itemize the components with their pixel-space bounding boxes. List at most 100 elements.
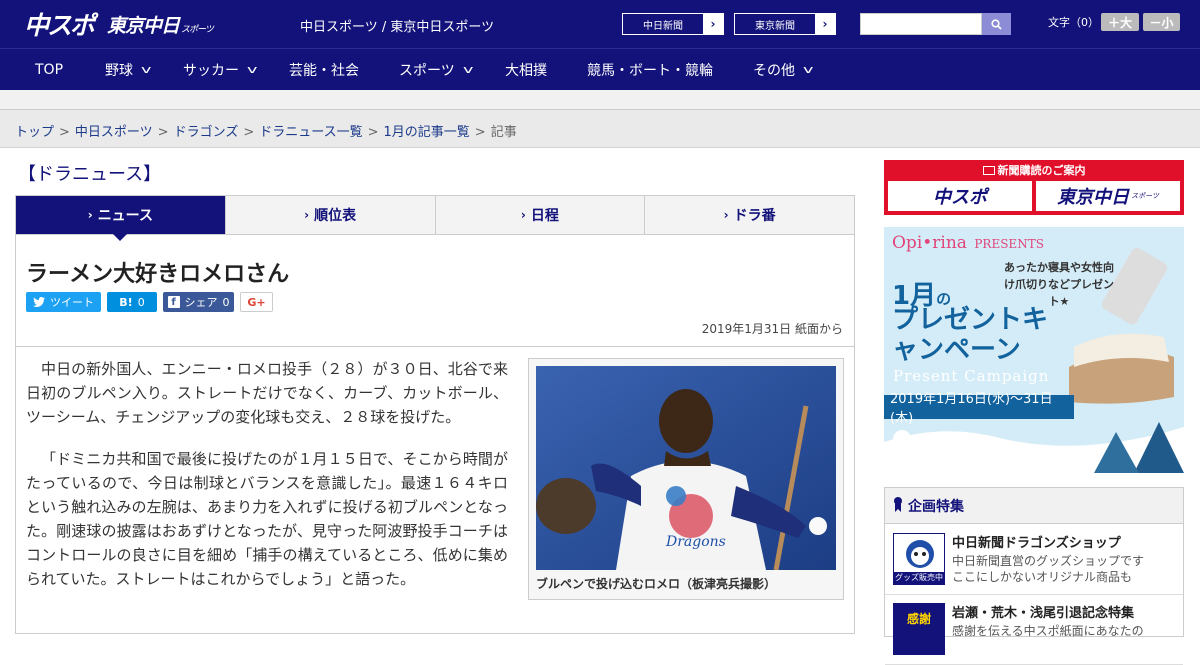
nav-item-sumo[interactable]: 大相撲: [505, 49, 547, 90]
hatena-icon: B!: [119, 295, 133, 309]
nav-label: スポーツ: [399, 62, 455, 79]
tab-schedule[interactable]: › 日程: [435, 196, 646, 234]
nav-item-baseball[interactable]: 野球 v: [105, 49, 151, 90]
nav-label: 大相撲: [505, 62, 547, 79]
breadcrumb-separator: >: [157, 125, 169, 140]
chevron-right-icon: ›: [520, 208, 526, 222]
nav-label: サッカー: [183, 62, 239, 79]
subscribe-chuspo-button[interactable]: 中スポ: [888, 181, 1032, 211]
hatena-bookmark-button[interactable]: B! 0: [107, 292, 157, 312]
feature-heading-text: 企画特集: [908, 498, 964, 515]
nav-label: 競馬・ボート・競輪: [587, 62, 713, 79]
nav-item-other[interactable]: その他 v: [753, 49, 813, 90]
feature-section: 企画特集 グッズ販売中 中日新聞ドラゴンズショップ 中日新聞直営のグッズショップ…: [884, 487, 1184, 665]
font-size-label: 文字（0）: [1048, 16, 1099, 29]
search-input[interactable]: [860, 13, 982, 35]
nav-label: その他: [753, 62, 795, 79]
google-plus-button[interactable]: G+: [240, 292, 273, 312]
feature-desc-line: 中日新聞直営のグッズショップです: [952, 554, 1145, 568]
article-date: 2019年1月31日 紙面から: [701, 322, 843, 336]
tab-label: ドラ番: [733, 208, 776, 224]
breadcrumb: トップ > 中日スポーツ > ドラゴンズ > ドラニュース一覧 >1月の記事一覧 > 記事: [15, 121, 517, 140]
chevron-right-icon: ›: [723, 208, 729, 222]
chevron-right-icon: ›: [304, 208, 310, 222]
font-bigger-button[interactable]: ＋大: [1101, 13, 1139, 31]
subscription-banner: 新聞購読のご案内 中スポ 東京中日 スポーツ: [884, 160, 1184, 215]
nav-item-soccer[interactable]: サッカー v: [183, 49, 257, 90]
category-tabs: › ニュース › 順位表 › 日程 › ドラ番: [15, 195, 855, 241]
tab-standings[interactable]: › 順位表: [225, 196, 436, 234]
feature-item-title: 中日新聞ドラゴンズショップ: [952, 536, 1121, 551]
tab-label: 日程: [530, 208, 559, 224]
font-smaller-button[interactable]: －小: [1143, 13, 1180, 31]
feature-desc-line: ここにしかないオリジナル商品も: [952, 570, 1133, 584]
feature-heading: 企画特集: [885, 488, 1183, 524]
nav-item-entertainment[interactable]: 芸能・社会: [289, 49, 359, 90]
facebook-icon: f: [167, 296, 180, 308]
promo-dates: 2019年1月16日(水)～31日(木): [884, 392, 1074, 426]
sub-bar: [0, 90, 1200, 110]
site-title: 中日スポーツ / 東京中日スポーツ: [300, 20, 495, 35]
feature-item-desc: 感謝を伝える中スポ紙面にあなたの: [952, 623, 1144, 639]
nav-label: 芸能・社会: [289, 62, 359, 79]
breadcrumb-link[interactable]: トップ: [15, 125, 54, 140]
promo-gift-text: あったか寝具や女性向け爪切りなどプレゼント★: [1004, 261, 1114, 308]
section-title: 【ドラニュース】: [18, 164, 162, 185]
main-nav: TOP 野球 v サッカー v 芸能・社会 スポーツ v 大相撲 競馬・ボート・競輪 …: [0, 48, 1200, 90]
facebook-share-button[interactable]: f シェア 0: [163, 292, 234, 312]
header-bar: 中スポ 東京中日 スポーツ 中日スポーツ / 東京中日スポーツ 中日新聞 › 東京…: [0, 0, 1200, 48]
subscription-title: 新聞購読のご案内: [884, 162, 1184, 178]
search-button[interactable]: [982, 13, 1011, 35]
tweet-button[interactable]: ツイート: [26, 292, 101, 312]
breadcrumb-link[interactable]: ドラゴンズ: [174, 125, 239, 140]
feature-item-retirement-special[interactable]: 感謝 岩瀬・荒木・浅尾引退記念特集 感謝を伝える中スポ紙面にあなたの: [885, 595, 1183, 665]
promo-main-title: プレゼントキャンペーン: [892, 305, 1049, 365]
chevron-right-icon: ›: [703, 14, 723, 34]
feature-item-title: 岩瀬・荒木・浅尾引退記念特集: [952, 606, 1135, 621]
photo-caption: ブルペンで投げ込むロメロ（板津亮兵撮影）: [536, 577, 777, 591]
article-body: 中日の新外国人、エンニー・ロメロ投手（２８）が３０日、北谷で来日初のブルペン入り…: [26, 357, 508, 609]
article-paragraph: 中日の新外国人、エンニー・ロメロ投手（２８）が３０日、北谷で来日初のブルペン入り…: [26, 360, 508, 426]
subscription-title-text: 新聞購読のご案内: [997, 164, 1086, 177]
retirement-thumb: 感謝: [893, 603, 945, 655]
search-icon: [991, 18, 1002, 30]
tab-dora-ban[interactable]: › ドラ番: [645, 196, 854, 234]
nav-item-keiba[interactable]: 競馬・ボート・競輪: [587, 49, 713, 90]
breadcrumb-current: 記事: [490, 125, 517, 140]
feature-item-dragons-shop[interactable]: グッズ販売中 中日新聞ドラゴンズショップ 中日新聞直営のグッズショップです ここに…: [885, 525, 1183, 595]
logo-tokyo-chunichi: 東京中日 スポーツ: [107, 14, 214, 37]
breadcrumb-separator: >: [243, 125, 255, 140]
svg-text:Dragons: Dragons: [665, 534, 726, 550]
nav-item-top[interactable]: TOP: [35, 49, 63, 90]
breadcrumb-bar: トップ > 中日スポーツ > ドラゴンズ > ドラニュース一覧 >1月の記事一覧 > 記事: [0, 110, 1200, 148]
nav-item-sports[interactable]: スポーツ v: [399, 49, 473, 90]
nav-label: 野球: [105, 62, 133, 79]
promo-brand-name: Opi•rina: [892, 233, 967, 253]
article-headline: ラーメン大好きロメロさん: [26, 262, 290, 287]
breadcrumb-separator: >: [367, 125, 379, 140]
breadcrumb-link[interactable]: 中日スポーツ: [75, 125, 153, 140]
dragons-shop-thumb: グッズ販売中: [893, 533, 945, 585]
article-photo[interactable]: Dragons ブルペンで投げ込むロメロ（板津亮兵撮影）: [528, 358, 844, 600]
tab-news[interactable]: › ニュース: [16, 196, 226, 241]
subscribe-tokyo-button[interactable]: 東京中日 スポーツ: [1036, 181, 1180, 211]
thumb-label: 感謝: [906, 612, 931, 626]
present-campaign-banner[interactable]: Opi•rina PRESENTS あったか寝具や女性向け爪切りなどプレゼント★…: [884, 227, 1184, 473]
pitcher-photo: Dragons: [536, 366, 836, 571]
hatena-count: 0: [137, 295, 145, 309]
tweet-label: ツイート: [50, 296, 94, 309]
subscribe-tokyo-small: スポーツ: [1131, 192, 1159, 200]
chunichi-shimbun-link[interactable]: 中日新聞 ›: [622, 13, 724, 35]
article-paragraph: 「ドミニカ共和国で最後に投げたのが１月１５日で、そこから時間がたっているので、今…: [26, 450, 508, 588]
facebook-label: シェア: [184, 296, 218, 309]
chevron-right-icon: ›: [87, 208, 93, 222]
tokyo-shimbun-link[interactable]: 東京新聞 ›: [734, 13, 836, 35]
site-logo[interactable]: 中スポ 東京中日 スポーツ: [24, 8, 214, 40]
facebook-count: 0: [222, 295, 230, 309]
tab-label: ニュース: [97, 208, 153, 224]
breadcrumb-link[interactable]: 1月の記事一覧: [384, 125, 470, 140]
promo-english-title: Present Campaign: [893, 367, 1050, 385]
breadcrumb-link[interactable]: ドラニュース一覧: [259, 125, 362, 140]
link-label: 中日新聞: [643, 20, 683, 32]
link-label: 東京新聞: [755, 20, 795, 32]
